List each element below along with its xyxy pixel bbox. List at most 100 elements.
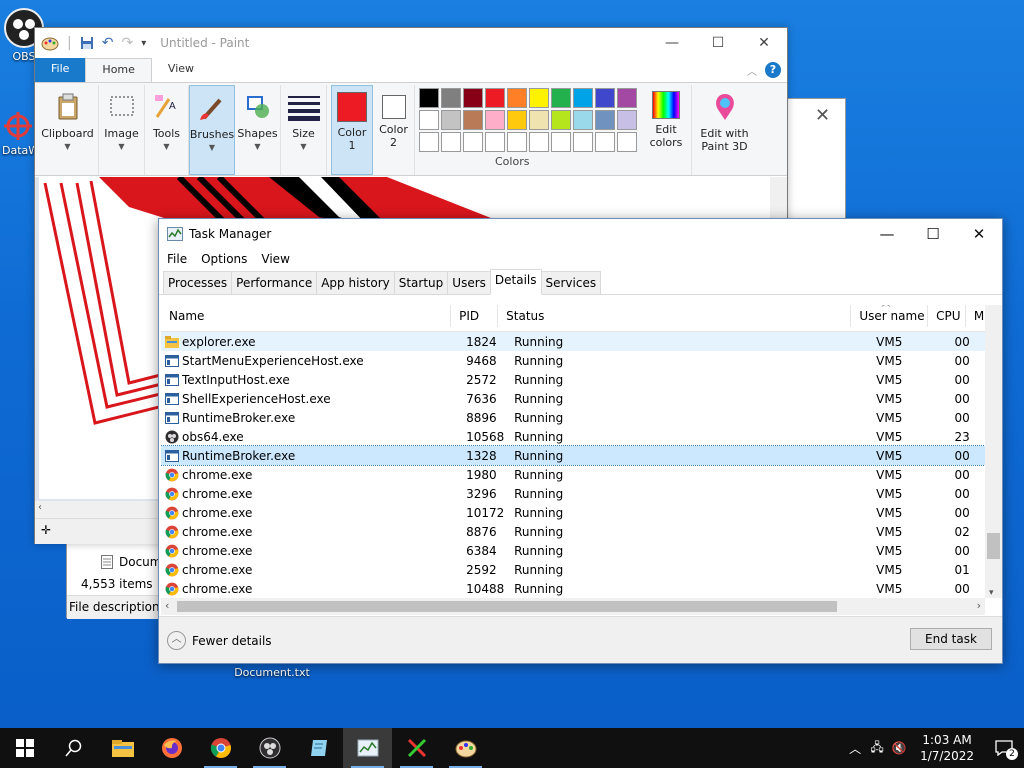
tab-file[interactable]: File xyxy=(35,58,86,82)
palette-swatch[interactable] xyxy=(507,110,527,130)
paint-icon[interactable] xyxy=(41,35,59,51)
desktop-icon-dataw[interactable]: DataW xyxy=(2,112,39,157)
chevron-up-icon[interactable]: ︿ xyxy=(844,740,866,757)
palette-swatch[interactable] xyxy=(419,110,439,130)
palette-swatch[interactable] xyxy=(463,88,483,108)
column-header-pid[interactable]: PID xyxy=(451,305,499,327)
end-task-button[interactable]: End task xyxy=(910,628,992,650)
column-header-memory[interactable]: M xyxy=(966,305,985,327)
table-row[interactable]: StartMenuExperienceHost.exe 9468 Running VM… xyxy=(161,351,985,370)
scroll-down-icon[interactable]: ▾ xyxy=(989,588,994,598)
taskbar-task-manager[interactable] xyxy=(343,728,392,768)
palette-swatch[interactable] xyxy=(529,110,549,130)
minimize-icon[interactable]: — xyxy=(649,35,695,51)
palette-swatch[interactable] xyxy=(529,88,549,108)
menu-view[interactable]: View xyxy=(261,252,289,266)
save-icon[interactable] xyxy=(80,36,94,50)
palette-swatch[interactable] xyxy=(441,88,461,108)
palette-swatch[interactable] xyxy=(441,132,461,152)
palette-swatch[interactable] xyxy=(485,132,505,152)
palette-swatch[interactable] xyxy=(507,132,527,152)
table-row[interactable]: explorer.exe 1824 Running VM5 00 xyxy=(161,332,985,351)
size-button[interactable]: Size ▼ xyxy=(281,85,327,175)
table-row[interactable]: chrome.exe 10172 Running VM5 00 xyxy=(161,503,985,522)
tab-app-history[interactable]: App history xyxy=(316,271,395,294)
network-icon[interactable]: 🖧 xyxy=(866,738,888,759)
edit-colors-button[interactable]: Edit colors xyxy=(641,85,691,175)
scroll-right-icon[interactable]: › xyxy=(977,599,981,612)
close-icon[interactable]: ✕ xyxy=(815,105,830,126)
menu-options[interactable]: Options xyxy=(201,252,247,266)
table-row[interactable]: chrome.exe 6384 Running VM5 00 xyxy=(161,541,985,560)
palette-swatch[interactable] xyxy=(551,132,571,152)
palette-swatch[interactable] xyxy=(419,132,439,152)
palette-swatch[interactable] xyxy=(573,110,593,130)
taskbar-app[interactable] xyxy=(392,728,441,768)
palette-swatch[interactable] xyxy=(595,88,615,108)
table-row[interactable]: chrome.exe 2592 Running VM5 01 xyxy=(161,560,985,579)
help-icon[interactable]: ? xyxy=(765,62,781,78)
tab-users[interactable]: Users xyxy=(447,271,491,294)
taskbar-notepad[interactable] xyxy=(294,728,343,768)
palette-swatch[interactable] xyxy=(485,110,505,130)
palette-swatch[interactable] xyxy=(463,132,483,152)
image-button[interactable]: Image ▼ xyxy=(99,85,145,175)
customize-toolbar-icon[interactable]: ▾ xyxy=(141,38,146,49)
brushes-button[interactable]: Brushes ▼ xyxy=(189,85,235,175)
tools-button[interactable]: A Tools ▼ xyxy=(145,85,189,175)
taskbar-paint[interactable] xyxy=(441,728,490,768)
redo-icon[interactable]: ↷ xyxy=(121,35,133,51)
column-header-cpu[interactable]: CPU xyxy=(928,305,966,327)
tab-performance[interactable]: Performance xyxy=(231,271,318,294)
horizontal-scrollbar[interactable]: ‹ › xyxy=(161,598,985,615)
maximize-icon[interactable]: ☐ xyxy=(910,225,956,243)
palette-swatch[interactable] xyxy=(617,88,637,108)
palette-swatch[interactable] xyxy=(595,132,615,152)
scrollbar-thumb[interactable] xyxy=(987,533,1000,559)
palette-swatch[interactable] xyxy=(529,132,549,152)
palette-swatch[interactable] xyxy=(551,88,571,108)
scroll-left-icon[interactable]: ‹ xyxy=(165,599,169,612)
volume-muted-icon[interactable]: 🔇 xyxy=(888,741,910,755)
table-row[interactable]: chrome.exe 1980 Running VM5 00 xyxy=(161,465,985,484)
table-row[interactable]: RuntimeBroker.exe 1328 Running VM5 00 xyxy=(161,445,985,466)
tab-home[interactable]: Home xyxy=(85,58,152,82)
palette-swatch[interactable] xyxy=(507,88,527,108)
table-row[interactable]: obs64.exe 10568 Running VM5 23 xyxy=(161,427,985,446)
notification-center-button[interactable]: 2 xyxy=(984,728,1024,768)
edit-with-paint3d-button[interactable]: Edit with Paint 3D xyxy=(691,85,757,175)
vertical-scrollbar[interactable]: ▾ xyxy=(985,305,1002,598)
search-button[interactable] xyxy=(49,728,98,768)
table-row[interactable]: RuntimeBroker.exe 8896 Running VM5 00 xyxy=(161,408,985,427)
palette-swatch[interactable] xyxy=(617,132,637,152)
scroll-left-icon[interactable]: ‹ xyxy=(38,502,42,513)
close-icon[interactable]: ✕ xyxy=(956,225,1002,243)
palette-swatch[interactable] xyxy=(595,110,615,130)
scrollbar-thumb[interactable] xyxy=(177,601,837,612)
tab-services[interactable]: Services xyxy=(540,271,602,294)
taskbar-chrome[interactable] xyxy=(196,728,245,768)
color2-button[interactable]: Color 2 xyxy=(373,85,415,175)
column-header-user[interactable]: ︿ User name xyxy=(851,305,929,327)
column-header-status[interactable]: Status xyxy=(498,305,852,327)
table-row[interactable]: ShellExperienceHost.exe 7636 Running VM5 00 xyxy=(161,389,985,408)
palette-swatch[interactable] xyxy=(551,110,571,130)
palette-swatch[interactable] xyxy=(485,88,505,108)
list-item[interactable]: Docum xyxy=(101,555,161,569)
taskbar-obs[interactable] xyxy=(245,728,294,768)
tab-view[interactable]: View xyxy=(152,58,210,82)
clipboard-button[interactable]: Clipboard ▼ xyxy=(37,85,99,175)
palette-swatch[interactable] xyxy=(463,110,483,130)
undo-icon[interactable]: ↶ xyxy=(102,35,114,51)
table-row[interactable]: chrome.exe 3296 Running VM5 00 xyxy=(161,484,985,503)
start-button[interactable] xyxy=(0,728,49,768)
desktop-icon-document[interactable]: Document.txt xyxy=(232,666,312,679)
palette-swatch[interactable] xyxy=(617,110,637,130)
tab-startup[interactable]: Startup xyxy=(393,271,449,294)
palette-swatch[interactable] xyxy=(573,132,593,152)
table-row[interactable]: chrome.exe 8876 Running VM5 02 xyxy=(161,522,985,541)
close-icon[interactable]: ✕ xyxy=(741,35,787,51)
clock[interactable]: 1:03 AM 1/7/2022 xyxy=(910,732,984,764)
tab-processes[interactable]: Processes xyxy=(163,271,233,294)
minimize-icon[interactable]: — xyxy=(864,225,910,243)
